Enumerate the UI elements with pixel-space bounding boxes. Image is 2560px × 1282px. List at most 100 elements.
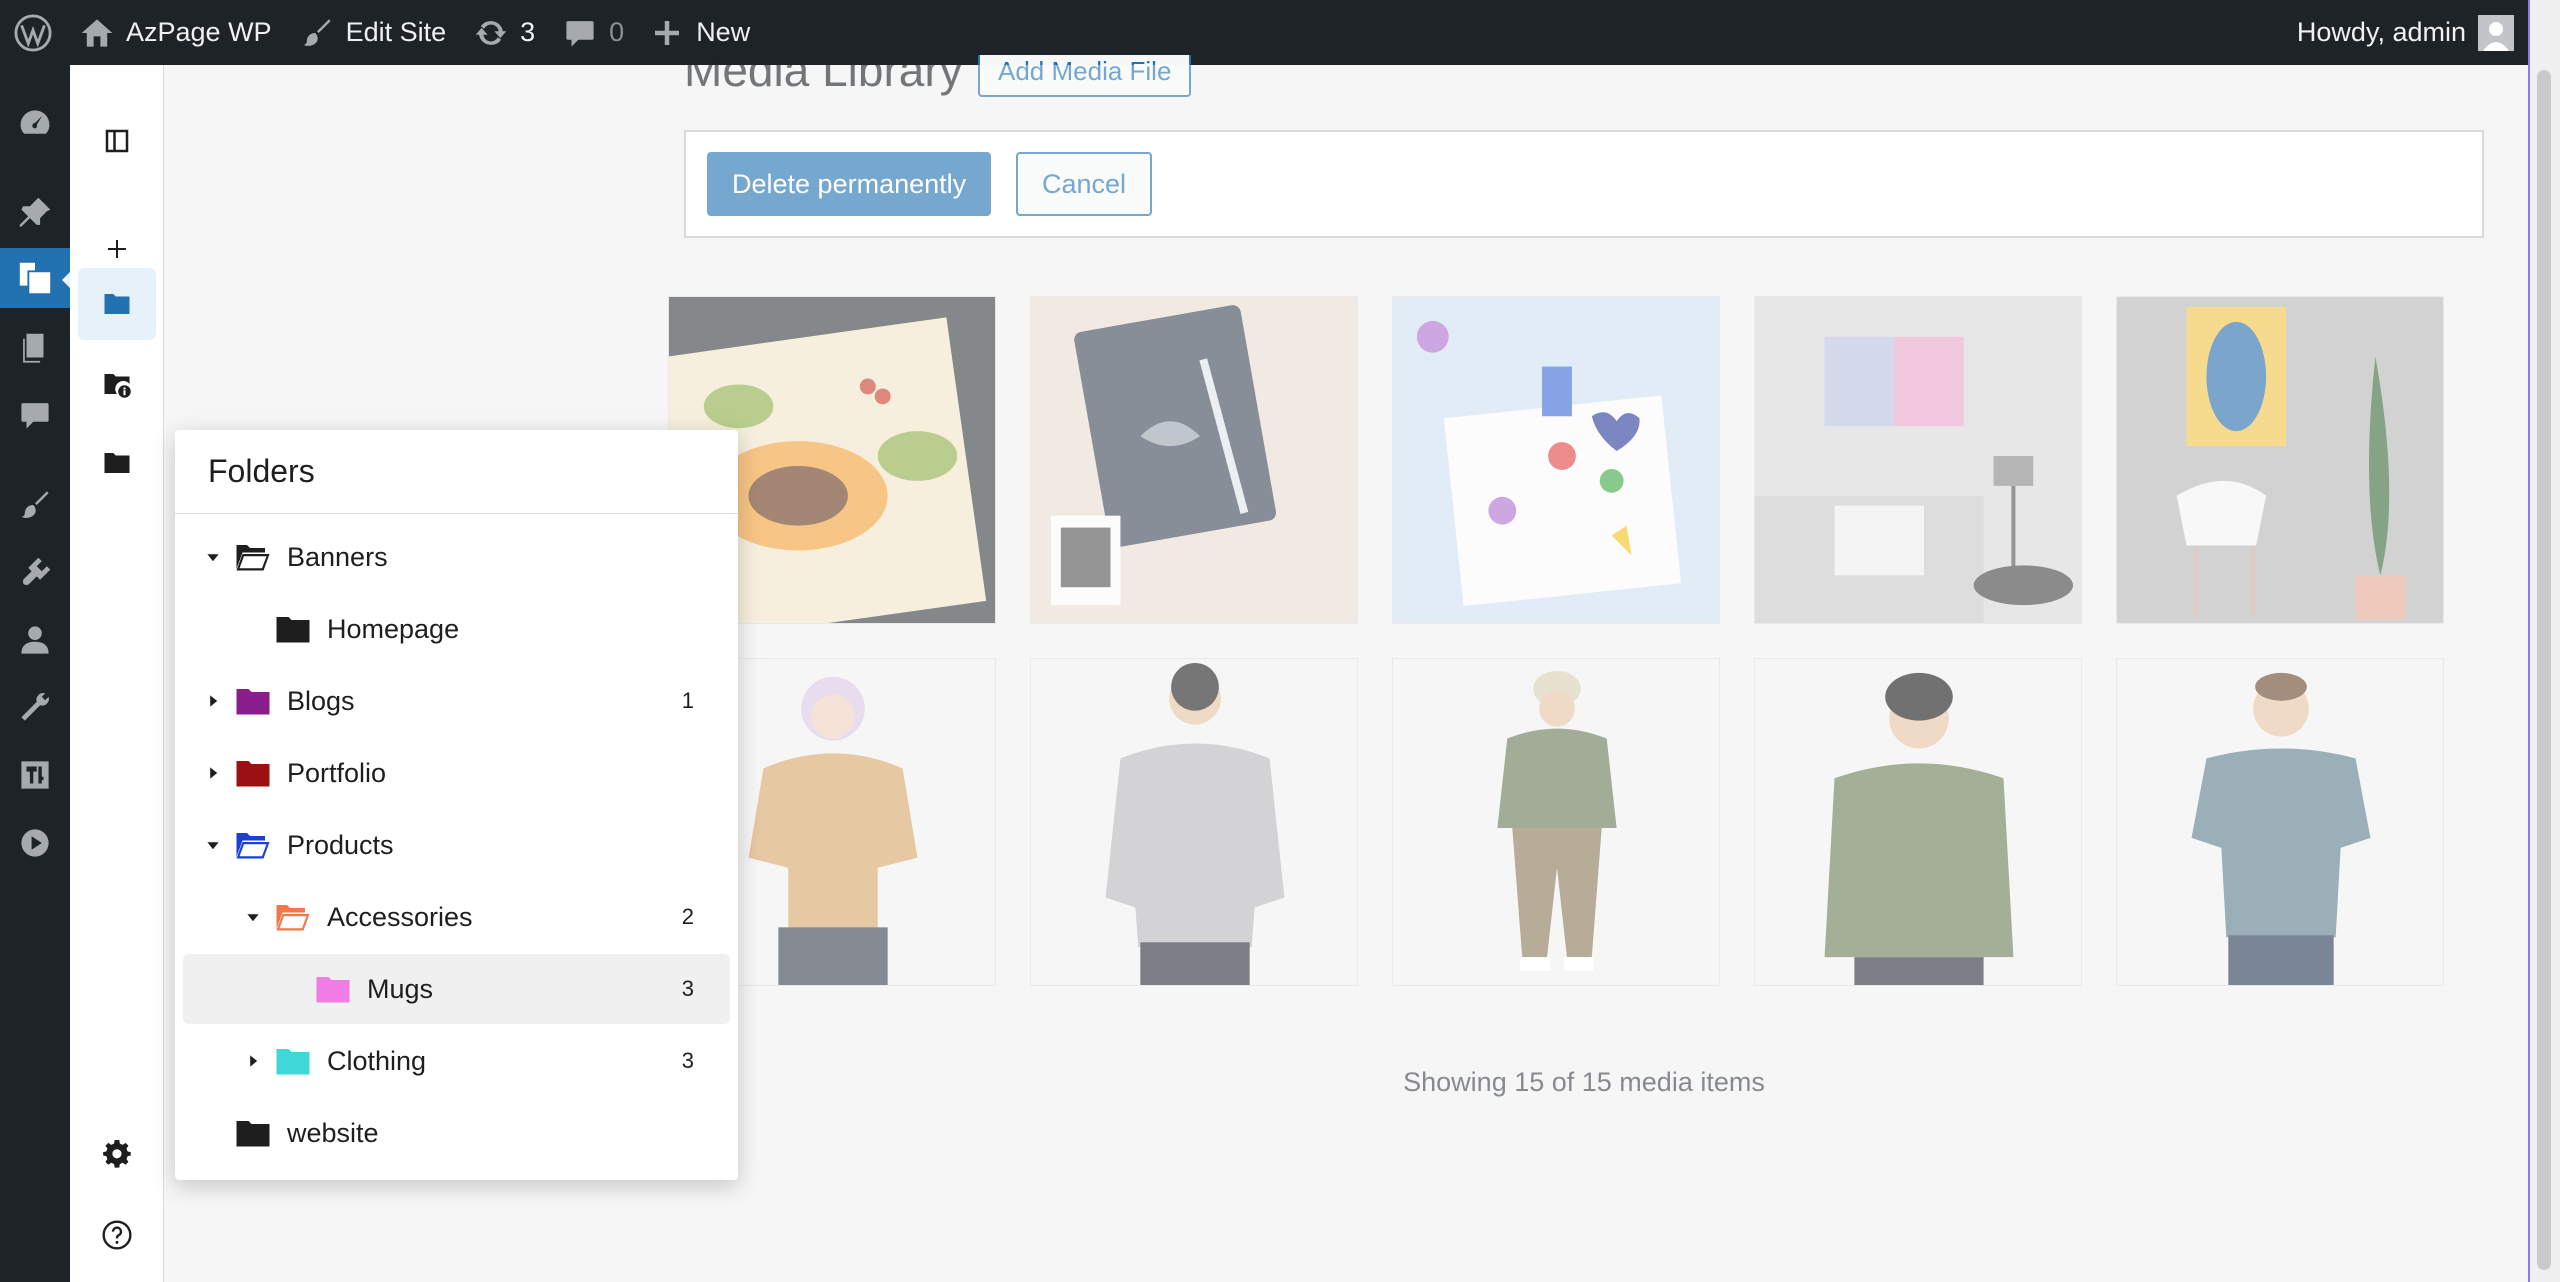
play-icon [21, 829, 49, 857]
menu-pages[interactable] [0, 319, 70, 379]
caret-right-icon[interactable] [201, 761, 225, 785]
menu-posts[interactable] [0, 183, 70, 243]
page-title: Media Library [684, 44, 963, 96]
menu-plugins[interactable] [0, 543, 70, 603]
edit-site-label: Edit Site [345, 17, 447, 47]
folder-sidebar [70, 65, 164, 1282]
wordpress-logo-icon[interactable] [0, 0, 66, 65]
comments-link[interactable]: 0 [549, 0, 638, 65]
help-button[interactable] [78, 1199, 156, 1271]
plugins-icon [23, 557, 51, 585]
menu-comments[interactable] [0, 385, 70, 445]
media-item[interactable] [1030, 296, 1358, 624]
folder-label: Homepage [327, 613, 460, 644]
folder-count: 3 [681, 976, 694, 1001]
model-blue-tee-thumbnail [2117, 659, 2443, 985]
comments-count: 0 [609, 17, 625, 47]
folder-info-icon [104, 374, 131, 398]
avatar [2478, 14, 2514, 51]
notebook-thumbnail [1031, 297, 1357, 623]
media-item[interactable] [1754, 658, 2082, 986]
parrot-poster-thumbnail [2117, 297, 2443, 623]
admin-menu [0, 65, 72, 1282]
model-olive-hoodie-thumbnail [1755, 659, 2081, 985]
my-account[interactable]: Howdy, admin [2296, 14, 2528, 51]
site-name: AzPage WP [126, 17, 272, 47]
howdy-text: Howdy, admin [2296, 17, 2466, 47]
media-item[interactable] [1392, 658, 1720, 986]
folder-label: Banners [287, 541, 388, 572]
caret-right-icon[interactable] [201, 689, 225, 713]
scrollbar-thumb[interactable] [2537, 70, 2551, 1270]
toggle-sidebar-button[interactable] [78, 105, 156, 177]
uncategorized-button[interactable] [78, 348, 156, 420]
folder-blogs[interactable]: Blogs 1 [183, 666, 730, 736]
folder-icon [276, 617, 310, 643]
folder-website[interactable]: website [183, 1098, 730, 1168]
caret-down-icon[interactable] [241, 905, 265, 929]
folder-icon [236, 689, 270, 715]
comments-icon [21, 403, 49, 429]
media-item[interactable] [2116, 658, 2444, 986]
menu-users[interactable] [0, 610, 70, 670]
menu-tools[interactable] [0, 677, 70, 737]
menu-dashboard[interactable] [0, 93, 70, 153]
delete-permanently-button[interactable]: Delete permanently [707, 152, 992, 216]
edit-site-link[interactable]: Edit Site [286, 0, 461, 65]
folder-open-icon [236, 545, 270, 571]
folder-clothing[interactable]: Clothing 3 [183, 1026, 730, 1096]
admin-bar: AzPage WP Edit Site 3 0 New Howdy, admin [0, 0, 2528, 65]
tools-icon [21, 693, 49, 721]
folder-label: Products [287, 829, 394, 860]
updates-link[interactable]: 3 [460, 0, 549, 65]
appearance-icon [21, 491, 49, 518]
plus-icon [108, 240, 126, 258]
menu-settings[interactable] [0, 745, 70, 805]
caret-right-icon[interactable] [241, 1049, 265, 1073]
folder-label: website [287, 1117, 379, 1148]
add-media-file-button[interactable]: Add Media File [978, 55, 1192, 97]
folder-icon [236, 1121, 270, 1147]
folder-icon [236, 761, 270, 787]
menu-video[interactable] [0, 813, 70, 873]
folder-count: 3 [681, 1048, 694, 1073]
folders-panel: Folders Banners Homepage Blogs 1 Portfol… [175, 430, 738, 1180]
all-folders-button[interactable] [78, 268, 156, 340]
settings-button[interactable] [78, 1119, 156, 1191]
folder-accessories[interactable]: Accessories 2 [183, 882, 730, 952]
sidebar-toggle-icon [105, 129, 129, 153]
updates-count: 3 [520, 17, 536, 47]
folder-shortcut-button[interactable] [78, 427, 156, 499]
living-room-thumbnail [1755, 297, 2081, 623]
media-item[interactable] [1392, 296, 1720, 624]
folder-label: Accessories [327, 901, 473, 932]
menu-appearance[interactable] [0, 475, 70, 535]
model-grey-hoodie-thumbnail [1031, 659, 1357, 985]
menu-media[interactable] [0, 248, 72, 308]
folder-icon [104, 294, 130, 314]
pages-icon [23, 333, 44, 363]
caret-down-icon[interactable] [201, 545, 225, 569]
plus-icon [655, 20, 680, 45]
folder-mugs[interactable]: Mugs 3 [183, 954, 730, 1024]
folder-label: Portfolio [287, 757, 387, 788]
folder-products[interactable]: Products [183, 810, 730, 880]
page-scrollbar[interactable] [2528, 0, 2560, 1282]
comment-icon [566, 20, 594, 47]
updates-icon [475, 20, 507, 45]
folder-banners[interactable]: Banners [183, 522, 730, 592]
folders-panel-title: Folders [175, 430, 738, 514]
bulk-actions-toolbar: Delete permanently Cancel [684, 130, 2484, 238]
folder-open-icon [276, 905, 310, 931]
folder-portfolio[interactable]: Portfolio [183, 738, 730, 808]
caret-down-icon[interactable] [201, 833, 225, 857]
home-icon [81, 18, 113, 47]
cancel-button[interactable]: Cancel [1016, 152, 1153, 216]
folder-open-icon [236, 833, 270, 859]
folder-count: 1 [681, 688, 694, 713]
media-item[interactable] [1754, 296, 2082, 624]
site-name-link[interactable]: AzPage WP [66, 0, 286, 65]
folder-homepage[interactable]: Homepage [183, 594, 730, 664]
media-item[interactable] [2116, 296, 2444, 624]
media-item[interactable] [1030, 658, 1358, 986]
